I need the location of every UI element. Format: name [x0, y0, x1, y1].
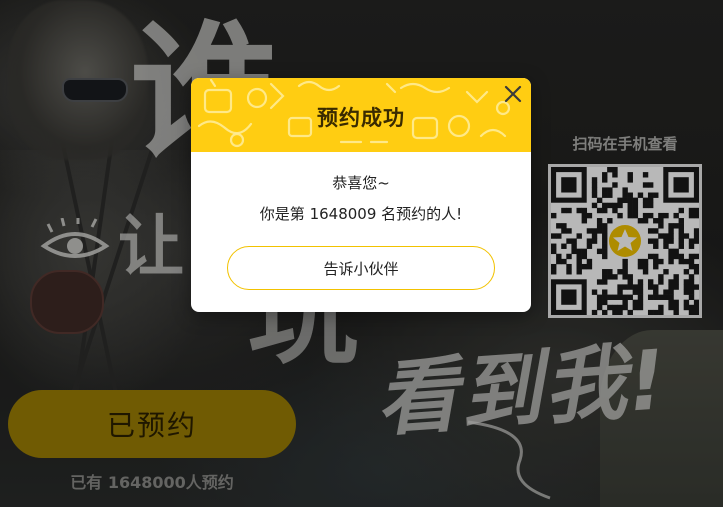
rank-suffix: 名预约的人! — [376, 205, 463, 223]
rank-value: 1648009 — [309, 205, 377, 223]
congrats-text: 恭喜您~ — [332, 174, 390, 192]
rank-text: 你是第 1648009 名预约的人! — [191, 203, 531, 224]
reservation-success-modal: 预约成功 恭喜您~ 你是第 1648009 名预约的人! 告诉小伙伴 — [191, 78, 531, 312]
close-icon — [504, 85, 522, 103]
modal-title: 预约成功 — [317, 106, 405, 130]
share-button[interactable]: 告诉小伙伴 — [227, 246, 495, 290]
close-button[interactable] — [499, 80, 527, 108]
modal-body: 恭喜您~ 你是第 1648009 名预约的人! 告诉小伙伴 — [191, 172, 531, 290]
modal-header: 预约成功 — [191, 78, 531, 152]
rank-prefix: 你是第 — [259, 205, 310, 223]
